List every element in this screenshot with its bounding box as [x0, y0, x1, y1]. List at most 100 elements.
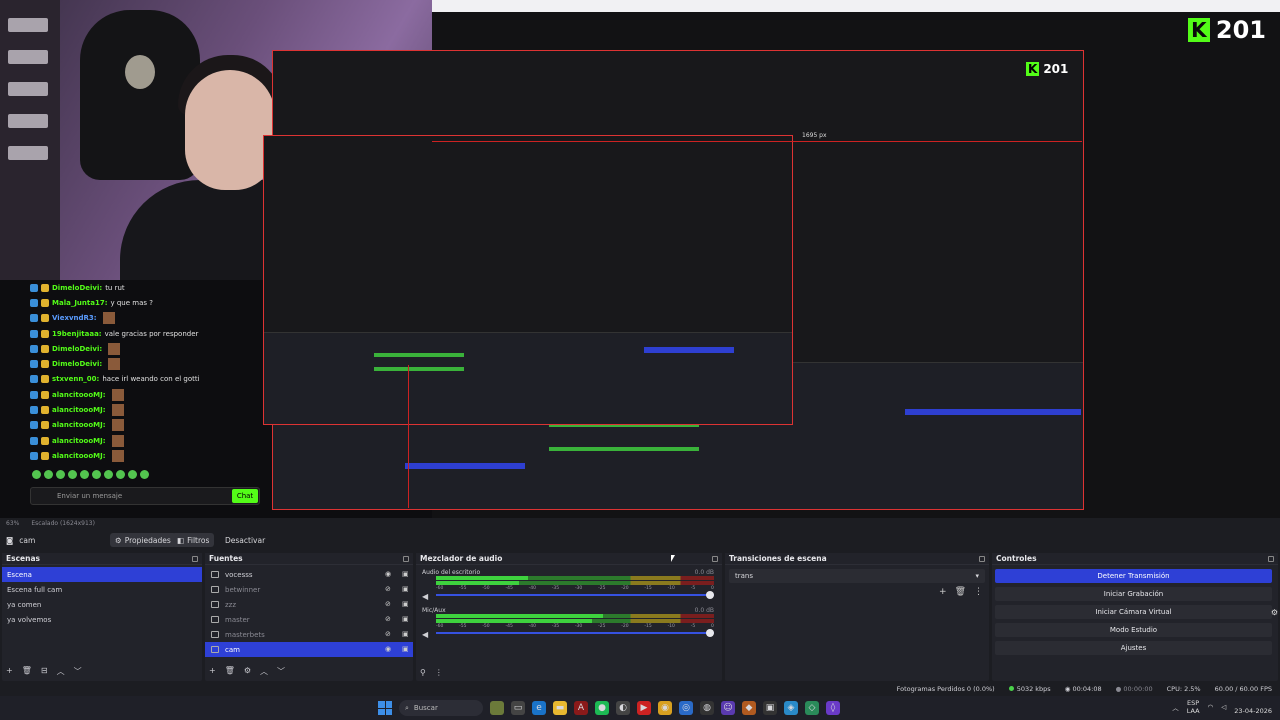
stop-stream-button[interactable]: Detener Transmisión — [995, 569, 1272, 583]
spotify-icon[interactable]: ● — [595, 701, 609, 715]
chevron-down-icon[interactable]: ﹀ — [74, 666, 82, 677]
chat-send-button[interactable]: Chat — [232, 489, 258, 503]
chat-input[interactable]: Enviar un mensaje — [30, 487, 260, 505]
chat-username[interactable]: alancitoooMJ: — [52, 391, 106, 399]
chat-username[interactable]: ViexvndR3: — [52, 314, 97, 322]
undock-icon[interactable] — [979, 555, 985, 562]
trash-icon[interactable]: 🗑 — [225, 666, 235, 677]
scene-item[interactable]: Escena — [2, 567, 202, 582]
scene-item[interactable]: Escena full cam — [2, 582, 202, 597]
language-indicator[interactable]: ESP LAA — [1187, 699, 1200, 715]
chat-username[interactable]: DimeloDeivi: — [52, 360, 102, 368]
chat-username[interactable]: alancitoooMJ: — [52, 421, 106, 429]
eye-icon[interactable]: ◉ — [385, 571, 392, 578]
chat-username[interactable]: alancitoooMJ: — [52, 452, 106, 460]
chrome-icon[interactable]: ◉ — [658, 701, 672, 715]
steam-icon[interactable]: ◎ — [679, 701, 693, 715]
eye-off-icon[interactable]: ⊘ — [385, 586, 392, 593]
volume-slider[interactable] — [436, 629, 714, 637]
windows-start-icon[interactable] — [378, 701, 392, 715]
transition-select[interactable]: trans ▾ — [729, 569, 985, 583]
virtual-camera-button[interactable]: Iniciar Cámara Virtual ⚙ — [995, 605, 1278, 619]
app5-icon[interactable]: ◇ — [805, 701, 819, 715]
volume-slider-knob[interactable] — [706, 591, 714, 599]
widget-icon[interactable] — [490, 701, 504, 715]
filter-icon[interactable]: ⊟ — [41, 666, 48, 677]
speaker-icon[interactable]: ◀ — [422, 592, 428, 601]
edge-icon[interactable]: e — [532, 701, 546, 715]
discord-icon[interactable]: ☺ — [721, 701, 735, 715]
lock-icon[interactable]: ▣ — [402, 646, 409, 653]
chat-username[interactable]: 19benjitaaa: — [52, 330, 102, 338]
volume-slider[interactable] — [436, 591, 714, 599]
eye-icon[interactable]: ◉ — [385, 646, 392, 653]
lock-icon[interactable]: ▣ — [402, 616, 409, 623]
app-icon[interactable]: ◐ — [616, 701, 630, 715]
meter-level-fill-right — [436, 619, 592, 623]
more-icon[interactable]: ⋮ — [974, 587, 983, 597]
gear-icon[interactable]: ⚙ — [244, 666, 251, 677]
properties-button[interactable]: ⚙ Propiedades — [110, 533, 176, 547]
lock-icon[interactable]: ▣ — [402, 601, 409, 608]
taskbar-search[interactable]: ⌕ Buscar — [399, 700, 483, 716]
app4-icon[interactable]: ◈ — [784, 701, 798, 715]
chevron-up-icon[interactable]: ︿ — [260, 666, 268, 677]
lock-icon[interactable]: ▣ — [402, 586, 409, 593]
filters-button[interactable]: ◧ Filtros — [172, 533, 215, 547]
verified-badge-icon — [30, 436, 38, 445]
task-view-icon[interactable]: ▭ — [511, 701, 525, 715]
app3-icon[interactable]: ▣ — [763, 701, 777, 715]
add-icon[interactable]: + — [209, 666, 216, 677]
chat-username[interactable]: alancitoooMJ: — [52, 437, 106, 445]
scene-item[interactable]: ya volvemos — [2, 612, 202, 627]
chat-username[interactable]: DimeloDeivi: — [52, 284, 102, 292]
settings-button[interactable]: Ajustes — [995, 641, 1272, 655]
source-item[interactable]: masterbets ⊘ ▣ — [205, 627, 413, 642]
add-icon[interactable]: + — [939, 587, 947, 597]
chat-username[interactable]: alancitoooMJ: — [52, 406, 106, 414]
source-item[interactable]: master ⊘ ▣ — [205, 612, 413, 627]
preview-canvas[interactable]: K 201 K 201 1695 px DimeloDeivi: tu rut … — [0, 0, 1280, 518]
eye-off-icon[interactable]: ⊘ — [385, 631, 392, 638]
source-item[interactable]: betwinner ⊘ ▣ — [205, 582, 413, 597]
app6-icon[interactable]: ◊ — [826, 701, 840, 715]
gear-icon[interactable]: ⚙ — [1271, 608, 1278, 617]
more-icon[interactable]: ⋮ — [435, 668, 443, 677]
clock[interactable]: 23-04-2026 — [1234, 699, 1272, 715]
start-recording-button[interactable]: Iniciar Grabación — [995, 587, 1272, 601]
volume-icon[interactable]: ◁ — [1221, 703, 1226, 711]
lock-icon[interactable]: ▣ — [402, 571, 409, 578]
undock-icon[interactable] — [192, 555, 198, 562]
chat-username[interactable]: stxvenn_00: — [52, 375, 99, 383]
eye-off-icon[interactable]: ⊘ — [385, 616, 392, 623]
chat-username[interactable]: Mala_Junta17: — [52, 299, 108, 307]
link-icon[interactable]: ⚲ — [420, 668, 426, 677]
app2-icon[interactable]: ◆ — [742, 701, 756, 715]
undock-icon[interactable] — [403, 555, 409, 562]
volume-slider-knob[interactable] — [706, 629, 714, 637]
undock-icon[interactable] — [1268, 555, 1274, 562]
fps: 60.00 / 60.00 FPS — [1214, 685, 1272, 693]
lock-icon[interactable]: ▣ — [402, 631, 409, 638]
adobe-icon[interactable]: A — [574, 701, 588, 715]
scene-item[interactable]: ya comen — [2, 597, 202, 612]
trash-icon[interactable]: 🗑 — [955, 587, 966, 597]
chat-username[interactable]: DimeloDeivi: — [52, 345, 102, 353]
chevron-up-icon[interactable]: ︿ — [1172, 702, 1179, 712]
source-item[interactable]: cam ◉ ▣ — [205, 642, 413, 657]
folder-icon[interactable]: ▬ — [553, 701, 567, 715]
chevron-down-icon[interactable]: ﹀ — [277, 666, 285, 677]
chevron-up-icon[interactable]: ︿ — [57, 666, 65, 677]
eye-off-icon[interactable]: ⊘ — [385, 601, 392, 608]
deactivate-button[interactable]: Desactivar — [220, 533, 270, 547]
speaker-icon[interactable]: ◀ — [422, 630, 428, 639]
source-item[interactable]: zzz ⊘ ▣ — [205, 597, 413, 612]
studio-mode-button[interactable]: Modo Estudio — [995, 623, 1272, 637]
undock-icon[interactable] — [712, 555, 718, 562]
trash-icon[interactable]: 🗑 — [22, 666, 32, 677]
media-icon[interactable]: ▶ — [637, 701, 651, 715]
wifi-icon[interactable]: ◠ — [1208, 703, 1214, 711]
obs-icon[interactable]: ◍ — [700, 701, 714, 715]
add-icon[interactable]: + — [6, 666, 13, 677]
source-item[interactable]: vocesss ◉ ▣ — [205, 567, 413, 582]
